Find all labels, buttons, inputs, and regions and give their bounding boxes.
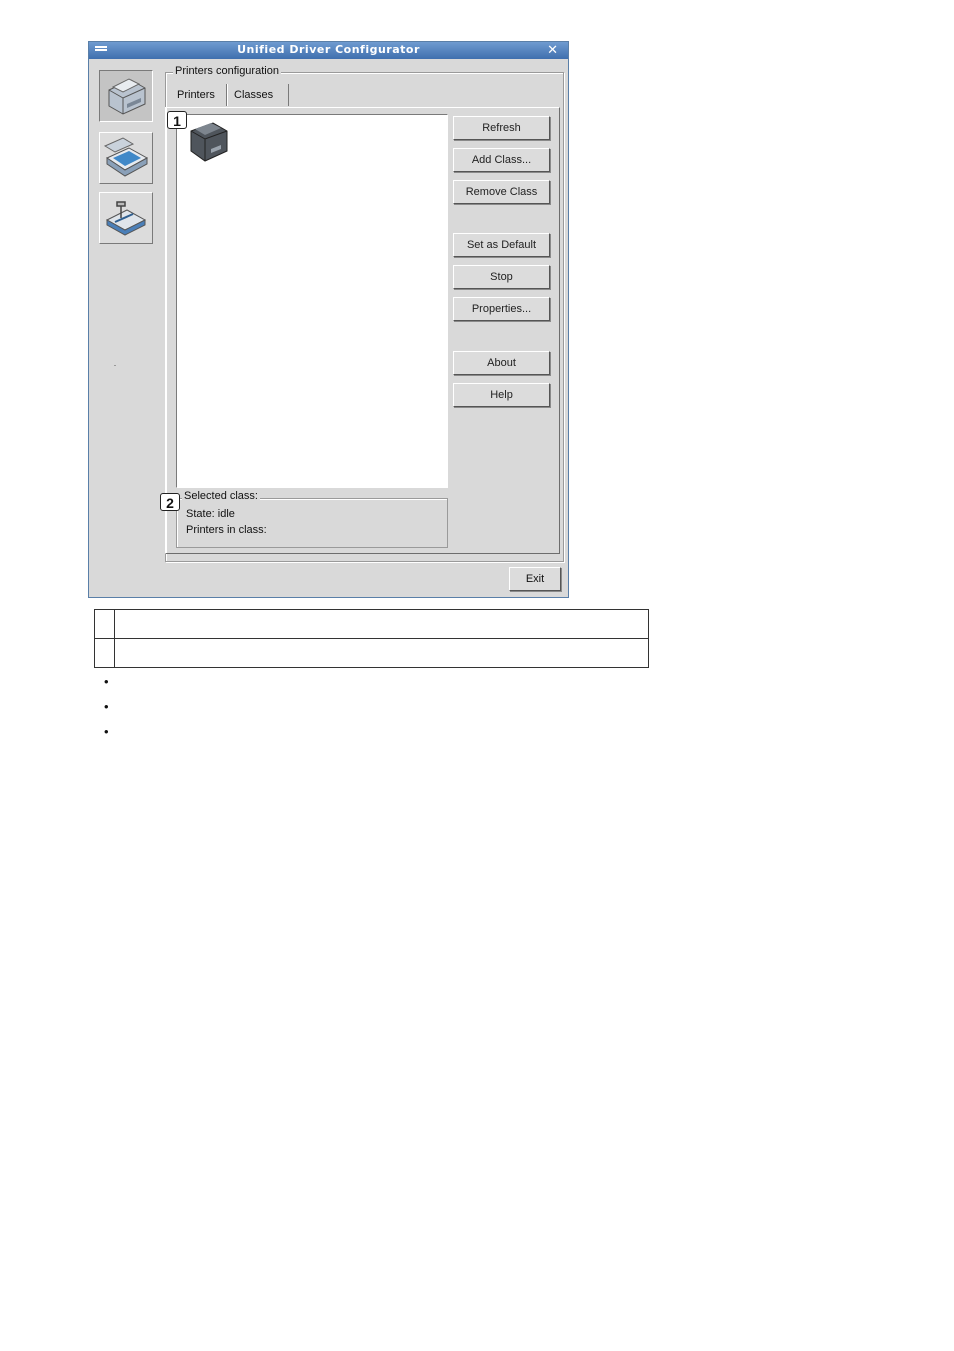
remove-class-button[interactable]: Remove Class <box>453 180 550 204</box>
add-class-button[interactable]: Add Class... <box>453 148 550 172</box>
sidebar-dot <box>114 365 116 366</box>
class-item[interactable] <box>185 119 231 165</box>
sidebar-item-scanners[interactable] <box>99 132 153 184</box>
printers-in-class-text: Printers in class: <box>186 524 267 536</box>
selected-class-label: Selected class: <box>182 490 260 502</box>
table-row <box>94 609 649 639</box>
sidebar-item-printers[interactable] <box>99 70 153 122</box>
refresh-button[interactable]: Refresh <box>453 116 550 140</box>
sidebar-item-ports[interactable] <box>99 192 153 244</box>
printer-class-icon <box>190 122 228 162</box>
help-button[interactable]: Help <box>453 383 550 407</box>
port-icon <box>105 201 147 236</box>
properties-button[interactable]: Properties... <box>453 297 550 321</box>
tab-printers[interactable]: Printers <box>171 84 227 106</box>
callout-2: 2 <box>160 493 180 511</box>
table-row <box>94 638 649 668</box>
callout-1: 1 <box>167 111 187 129</box>
tab-classes[interactable]: Classes <box>227 84 289 106</box>
close-icon[interactable]: ✕ <box>547 42 558 58</box>
set-as-default-button[interactable]: Set as Default <box>453 233 550 257</box>
stop-button[interactable]: Stop <box>453 265 550 289</box>
window-title: Unified Driver Configurator <box>237 43 420 56</box>
classes-list[interactable] <box>176 114 448 488</box>
printer-icon <box>108 78 146 115</box>
callout-description-table <box>94 609 649 668</box>
class-state-text: State: idle <box>186 508 235 520</box>
title-bar: Unified Driver Configurator ✕ <box>89 42 568 59</box>
about-button[interactable]: About <box>453 351 550 375</box>
printers-configuration-label: Printers configuration <box>173 65 281 77</box>
scanner-icon <box>103 137 149 177</box>
selected-class-group <box>176 498 448 548</box>
exit-button[interactable]: Exit <box>509 567 561 591</box>
unified-driver-configurator-window: Unified Driver Configurator ✕ Printers c… <box>88 41 569 598</box>
